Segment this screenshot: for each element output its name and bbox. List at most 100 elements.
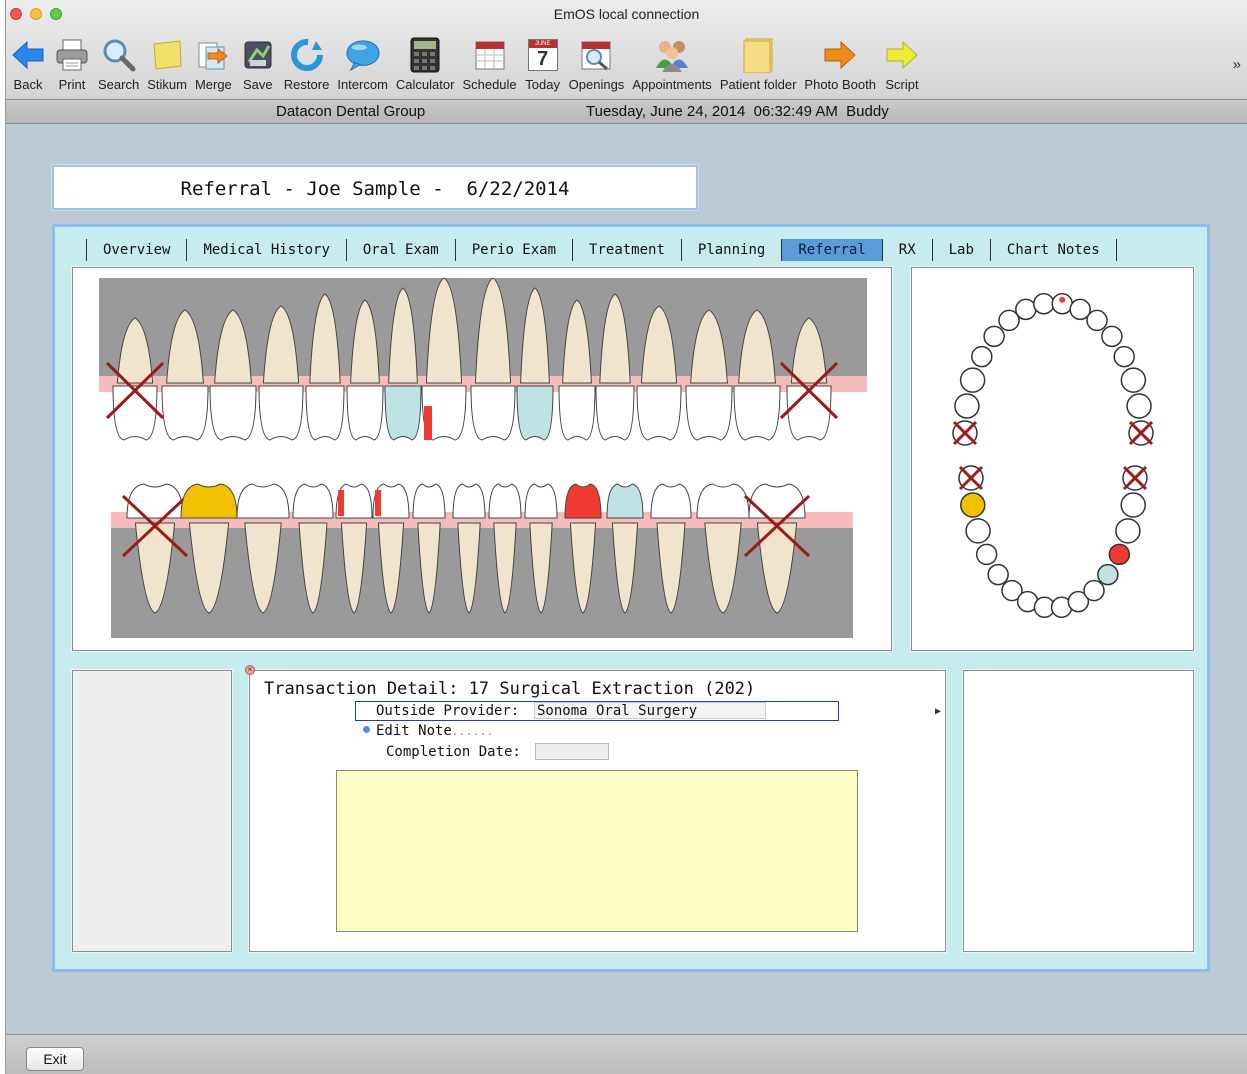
toolbar-back-button[interactable]: Back xyxy=(6,30,50,92)
close-detail-icon[interactable]: × xyxy=(245,665,255,675)
organization-name: Datacon Dental Group xyxy=(276,103,426,120)
upper-arch-tooth[interactable] xyxy=(1113,345,1135,368)
chart-panel: Overview Medical History Oral Exam Perio… xyxy=(52,224,1210,972)
today-month-label: JUNE xyxy=(528,40,557,48)
upper-arch-tooth[interactable] xyxy=(1051,292,1073,315)
note-text-area[interactable] xyxy=(336,770,858,932)
completion-date-label: Completion Date: xyxy=(386,744,521,760)
toolbar-appointments-button[interactable]: Appointments xyxy=(628,30,716,92)
lower-arch-tooth[interactable] xyxy=(1120,492,1146,518)
edit-note-link[interactable]: Edit Note...... xyxy=(363,723,494,739)
toolbar-label: Merge xyxy=(194,77,232,92)
toolbar-patient-folder-button[interactable]: Patient folder xyxy=(716,30,801,92)
edit-note-dots: ...... xyxy=(451,727,494,738)
printer-icon xyxy=(54,37,90,73)
status-bar: Datacon Dental Group Tuesday, June 24, 2… xyxy=(6,100,1247,124)
toolbar-today-button[interactable]: JUNE 7 Today xyxy=(521,30,565,92)
outside-provider-row: Outside Provider: Sonoma Oral Surgery ▶ xyxy=(355,701,941,721)
toolbar-merge-button[interactable]: Merge xyxy=(191,30,236,92)
completion-date-field[interactable] xyxy=(535,743,609,760)
tab-lab[interactable]: Lab xyxy=(933,239,991,261)
toolbar-intercom-button[interactable]: Intercom xyxy=(333,30,392,92)
toolbar-restore-button[interactable]: Restore xyxy=(280,30,334,92)
toolbar-overflow-button[interactable]: » xyxy=(1233,56,1241,73)
toolbar-photo-booth-button[interactable]: Photo Booth xyxy=(800,30,880,92)
upper-arch-tooth[interactable] xyxy=(1128,420,1154,446)
transaction-title: Transaction Detail: 17 Surgical Extracti… xyxy=(264,679,756,699)
toolbar-label: Script xyxy=(885,77,919,92)
lower-arch-tooth[interactable] xyxy=(965,518,991,544)
toolbar: Back Print Search Stikum Merge Save Rest… xyxy=(6,30,924,96)
back-arrow-icon xyxy=(10,37,46,73)
lower-arch-tooth[interactable] xyxy=(987,563,1009,586)
referral-header: Referral - Joe Sample - 6/22/2014 xyxy=(52,165,698,210)
calculator-icon xyxy=(407,37,443,73)
tab-medical-history[interactable]: Medical History xyxy=(187,239,347,261)
tab-planning[interactable]: Planning xyxy=(682,239,783,261)
toolbar-label: Patient folder xyxy=(719,77,797,92)
lower-arch-tooth[interactable] xyxy=(1083,579,1105,602)
upper-arch-tooth[interactable] xyxy=(1101,325,1123,348)
upper-arch-tooth[interactable] xyxy=(1120,367,1147,393)
toolbar-print-button[interactable]: Print xyxy=(50,30,94,92)
exit-button[interactable]: Exit xyxy=(26,1047,84,1071)
date-time-user: Tuesday, June 24, 2014 06:32:49 AM Buddy xyxy=(586,103,889,120)
dropdown-arrow-icon: ▶ xyxy=(935,706,942,717)
tab-bar: Overview Medical History Oral Exam Perio… xyxy=(86,239,1117,261)
toolbar-openings-button[interactable]: Openings xyxy=(565,30,629,92)
calendar-icon xyxy=(472,37,508,73)
toolbar-search-button[interactable]: Search xyxy=(94,30,143,92)
tab-referral[interactable]: Referral xyxy=(782,239,883,261)
toolbar-label: Save xyxy=(242,77,273,92)
orange-arrow-icon xyxy=(822,37,858,73)
tab-rx[interactable]: RX xyxy=(883,239,933,261)
toolbar-stikum-button[interactable]: Stikum xyxy=(143,30,191,92)
people-icon xyxy=(654,37,690,73)
upper-arch-tooth[interactable] xyxy=(983,325,1005,348)
toolbar-script-button[interactable]: Script xyxy=(880,30,924,92)
upper-arch-tooth[interactable] xyxy=(971,345,993,368)
outside-provider-label: Outside Provider: xyxy=(376,703,520,719)
lower-arch-tooth[interactable] xyxy=(1115,518,1141,544)
magnifier-icon xyxy=(101,37,137,73)
toolbar-calculator-button[interactable]: Calculator xyxy=(392,30,459,92)
lower-arch xyxy=(958,465,1148,619)
tab-perio-exam[interactable]: Perio Exam xyxy=(456,239,574,261)
toolbar-label: Print xyxy=(58,77,86,92)
outside-provider-value: Sonoma Oral Surgery xyxy=(537,703,698,719)
lower-arch-tooth[interactable] xyxy=(960,492,986,518)
occlusal-arch-diagram[interactable] xyxy=(912,268,1195,652)
lower-arch-tooth[interactable] xyxy=(1122,465,1148,491)
sticky-note-icon xyxy=(149,37,185,73)
bullet-icon xyxy=(363,726,370,733)
toolbar-schedule-button[interactable]: Schedule xyxy=(458,30,520,92)
upper-arch-tooth[interactable] xyxy=(1126,393,1152,419)
upper-arch-tooth[interactable] xyxy=(954,393,980,419)
tab-oral-exam[interactable]: Oral Exam xyxy=(347,239,456,261)
lower-arch-tooth[interactable] xyxy=(975,543,998,566)
tab-treatment[interactable]: Treatment xyxy=(573,239,682,261)
tab-chart-notes[interactable]: Chart Notes xyxy=(991,239,1117,261)
toolbar-label: Stikum xyxy=(147,77,187,92)
outside-provider-select[interactable]: Sonoma Oral Surgery ▶ xyxy=(534,702,941,719)
upper-arch-tooth[interactable] xyxy=(952,420,978,446)
chat-bubble-icon xyxy=(345,37,381,73)
toolbar-label: Search xyxy=(98,77,140,92)
arch-diagram-panel xyxy=(911,267,1194,651)
lower-arch-tooth[interactable] xyxy=(958,465,984,491)
toolbar-save-button[interactable]: Save xyxy=(236,30,280,92)
upper-arch-tooth[interactable] xyxy=(1015,298,1037,321)
toolbar-label: Photo Booth xyxy=(804,77,876,92)
bottom-bar: Exit xyxy=(6,1034,1247,1074)
tab-overview[interactable]: Overview xyxy=(87,239,188,261)
upper-arch-tooth[interactable] xyxy=(1033,292,1055,315)
merge-icon xyxy=(195,37,231,73)
upper-arch-tooth[interactable] xyxy=(1086,309,1108,332)
tooth-chart[interactable] xyxy=(73,268,893,652)
toolbar-label: Intercom xyxy=(337,77,388,92)
lower-arch-tooth[interactable] xyxy=(1097,563,1119,586)
toolbar-label: Today xyxy=(525,77,560,92)
lower-arch-tooth[interactable] xyxy=(1108,543,1131,566)
toolbar-label: Restore xyxy=(283,77,330,92)
upper-arch-tooth[interactable] xyxy=(959,367,986,393)
